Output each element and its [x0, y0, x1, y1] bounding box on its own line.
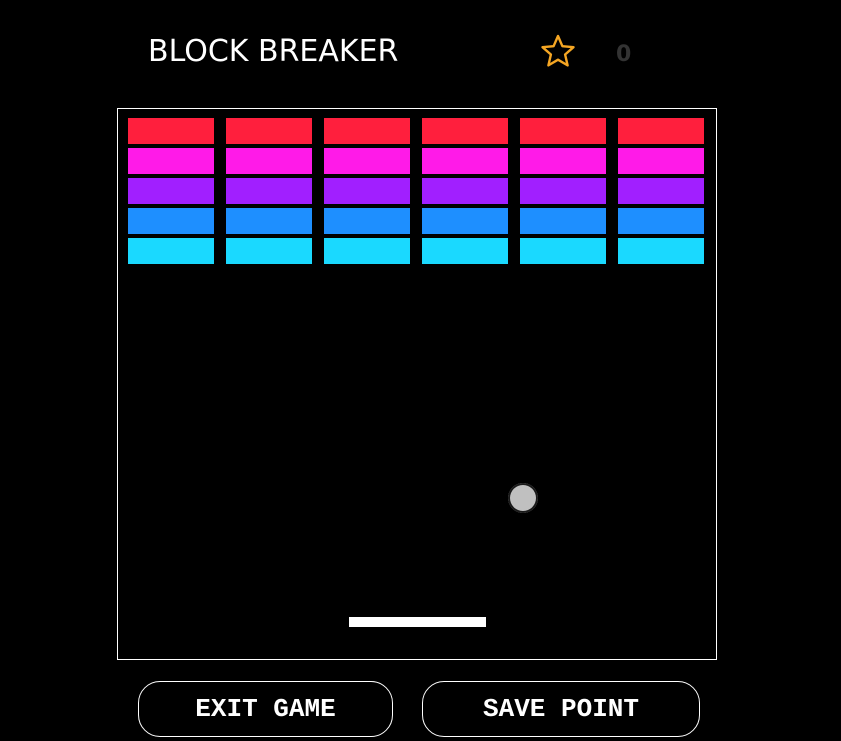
brick: [128, 178, 214, 204]
score-value: 0: [616, 42, 632, 67]
brick: [324, 208, 410, 234]
ball: [508, 483, 538, 513]
brick: [618, 208, 704, 234]
brick: [422, 208, 508, 234]
brick: [520, 178, 606, 204]
star-icon: [541, 34, 575, 67]
brick: [128, 118, 214, 144]
exit-game-button[interactable]: EXIT GAME: [138, 681, 393, 737]
brick: [520, 148, 606, 174]
brick: [324, 118, 410, 144]
brick: [618, 148, 704, 174]
brick: [422, 148, 508, 174]
brick: [226, 148, 312, 174]
brick: [520, 118, 606, 144]
brick: [618, 178, 704, 204]
brick: [422, 238, 508, 264]
save-point-button[interactable]: SAVE POINT: [422, 681, 700, 737]
game-board[interactable]: [117, 108, 717, 660]
brick: [226, 238, 312, 264]
game-title: BLOCK BREAKER: [148, 34, 399, 69]
brick: [226, 208, 312, 234]
brick: [324, 178, 410, 204]
game-screen: BLOCK BREAKER 0 EXIT GAME SAVE POINT: [0, 0, 841, 741]
brick: [128, 208, 214, 234]
brick: [324, 238, 410, 264]
brick: [128, 238, 214, 264]
brick: [422, 178, 508, 204]
brick: [128, 148, 214, 174]
paddle[interactable]: [349, 617, 486, 627]
brick: [618, 238, 704, 264]
brick: [520, 208, 606, 234]
brick: [618, 118, 704, 144]
brick: [520, 238, 606, 264]
brick: [226, 118, 312, 144]
brick: [324, 148, 410, 174]
brick: [226, 178, 312, 204]
brick: [422, 118, 508, 144]
